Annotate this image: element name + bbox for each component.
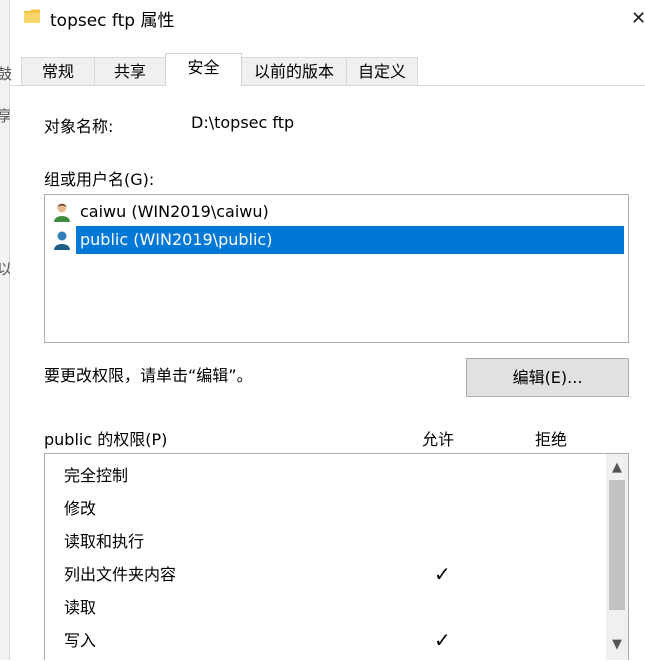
close-icon[interactable]: ✕ <box>631 8 645 29</box>
permission-name: 完全控制 <box>64 466 129 485</box>
user-icon <box>54 203 70 222</box>
user-name: public (WIN2019\public) <box>76 226 624 254</box>
groups-label: 组或用户名(G): <box>44 170 155 189</box>
permission-name: 读取 <box>64 598 97 617</box>
chevron-down-icon[interactable]: ▼ <box>606 634 628 656</box>
table-row: 写入 ✓ <box>64 624 604 657</box>
tab-previous-versions[interactable]: 以前的版本 <box>241 57 347 85</box>
permission-name: 列出文件夹内容 <box>64 565 177 584</box>
permissions-list: 完全控制 修改 读取和执行 列出文件夹内容 ✓ 读取 写入 ✓ ▲ ▼ <box>44 453 629 660</box>
allow-check: ✓ <box>434 628 451 652</box>
permissions-scrollbar[interactable]: ▲ ▼ <box>606 454 628 660</box>
table-row: 修改 <box>64 492 604 525</box>
tab-strip: 常规 共享 安全 以前的版本 自定义 <box>10 53 645 86</box>
permission-name: 读取和执行 <box>64 532 145 551</box>
window-title: topsec ftp 属性 <box>50 11 175 31</box>
tab-sharing[interactable]: 共享 <box>94 57 166 85</box>
table-row: 列出文件夹内容 ✓ <box>64 558 604 591</box>
table-row: 读取和执行 <box>64 525 604 558</box>
scrollbar-thumb[interactable] <box>609 480 625 610</box>
permissions-label: public 的权限(P) <box>44 430 168 449</box>
title-bar: topsec ftp 属性 ✕ <box>10 0 645 40</box>
edit-button[interactable]: 编辑(E)... <box>466 358 629 397</box>
tab-security[interactable]: 安全 <box>165 53 242 86</box>
user-name: caiwu (WIN2019\caiwu) <box>80 202 269 221</box>
background-window-edge: 鼓 享 以 <box>0 0 12 660</box>
allow-column-header: 允许 <box>422 430 455 449</box>
permission-name: 写入 <box>64 631 97 650</box>
user-icon <box>54 231 70 250</box>
folder-icon <box>24 9 40 23</box>
permission-name: 修改 <box>64 499 97 518</box>
table-row: 完全控制 <box>64 459 604 492</box>
table-row: 读取 <box>64 591 604 624</box>
allow-check: ✓ <box>434 562 451 586</box>
chevron-up-icon[interactable]: ▲ <box>606 457 628 479</box>
list-item[interactable]: public (WIN2019\public) <box>51 226 624 254</box>
tab-customize[interactable]: 自定义 <box>346 57 418 85</box>
users-listbox[interactable]: caiwu (WIN2019\caiwu) public (WIN2019\pu… <box>44 194 629 343</box>
object-name-value: D:\topsec ftp <box>191 113 295 132</box>
deny-column-header: 拒绝 <box>535 430 568 449</box>
object-name-label: 对象名称: <box>44 117 114 136</box>
list-item[interactable]: caiwu (WIN2019\caiwu) <box>51 198 623 226</box>
tab-general[interactable]: 常规 <box>21 57 95 85</box>
change-permissions-hint: 要更改权限，请单击“编辑”。 <box>44 366 253 385</box>
